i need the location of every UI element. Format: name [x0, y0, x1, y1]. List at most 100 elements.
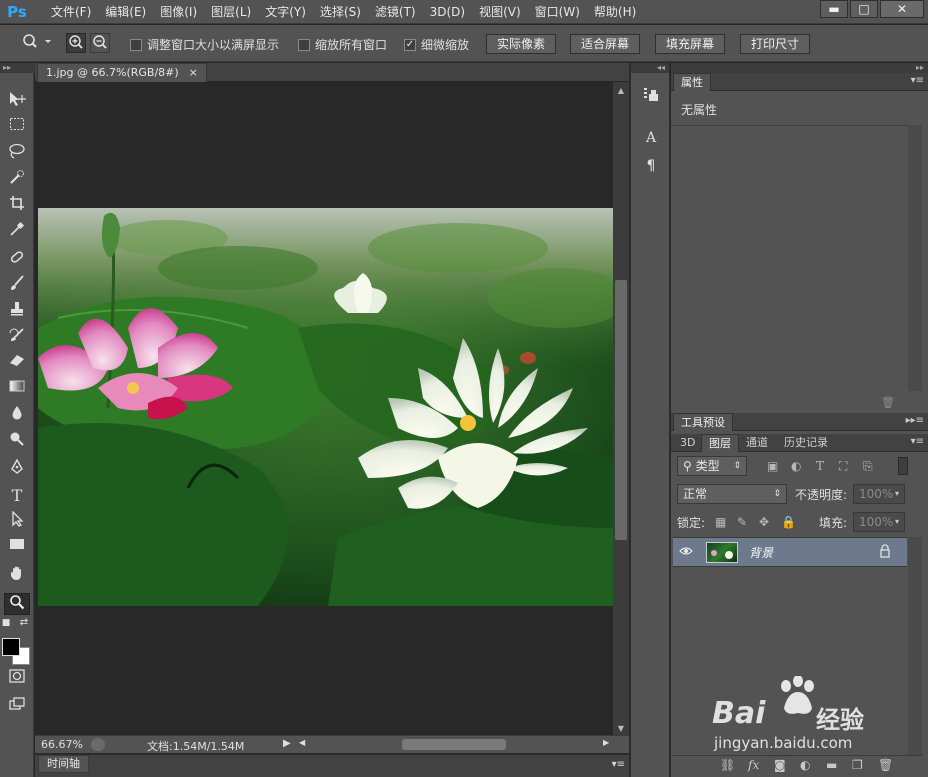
new-group-icon[interactable]: ▬ — [826, 758, 837, 772]
zoom-tool-preset-icon[interactable] — [18, 33, 54, 57]
eraser-tool-icon[interactable] — [4, 353, 30, 375]
zoom-level[interactable]: 66.67% — [41, 738, 83, 751]
close-button[interactable]: ✕ — [880, 0, 924, 18]
hand-tool-icon[interactable] — [4, 565, 30, 587]
layer-filter-select[interactable]: ⚲ 类型 ⇕ — [677, 456, 747, 476]
panel-grip[interactable]: ▸▸ — [671, 63, 928, 73]
menu-help[interactable]: 帮助(H) — [587, 0, 643, 24]
layers-scrollbar[interactable] — [908, 537, 922, 755]
character-panel-icon[interactable]: A — [639, 127, 663, 149]
type-tool-icon[interactable]: T — [4, 485, 30, 507]
properties-scrollbar[interactable] — [908, 125, 922, 391]
lock-all-icon[interactable]: 🔒 — [781, 515, 796, 529]
status-menu-icon[interactable]: ▶ — [283, 738, 291, 749]
new-layer-icon[interactable]: ❐ — [852, 758, 863, 772]
lotus-photo[interactable] — [38, 208, 613, 606]
move-tool-icon[interactable] — [4, 91, 30, 113]
filter-shape-icon[interactable]: ⛶ — [839, 459, 847, 474]
clone-stamp-tool-icon[interactable] — [4, 301, 30, 323]
add-mask-icon[interactable]: ◙ — [774, 758, 786, 772]
history-brush-tool-icon[interactable] — [4, 327, 30, 349]
checkbox-box[interactable] — [298, 38, 310, 51]
default-colors-icon[interactable]: ■ — [0, 617, 12, 629]
minimize-button[interactable]: ▬ — [820, 0, 848, 18]
eye-icon[interactable] — [679, 544, 693, 561]
timeline-menu-icon[interactable]: ▾≡ — [612, 759, 625, 770]
history-panel-icon[interactable] — [639, 85, 663, 107]
filter-smart-object-icon[interactable]: ⎘ — [863, 459, 873, 474]
menu-layer[interactable]: 图层(L) — [204, 0, 258, 24]
marquee-tool-icon[interactable] — [4, 117, 30, 139]
opacity-input[interactable]: 100% ▾ — [853, 484, 905, 504]
fill-input[interactable]: 100% ▾ — [853, 512, 905, 532]
menu-select[interactable]: 选择(S) — [313, 0, 368, 24]
menu-image[interactable]: 图像(I) — [153, 0, 204, 24]
quick-mask-icon[interactable] — [4, 669, 30, 691]
filter-adjustment-icon[interactable]: ◐ — [791, 459, 801, 473]
scroll-down-icon[interactable]: ▼ — [613, 724, 629, 733]
foreground-color-swatch[interactable] — [2, 638, 20, 656]
tab-layers[interactable]: 图层 — [701, 434, 739, 452]
close-tab-icon[interactable]: × — [189, 64, 198, 82]
gradient-tool-icon[interactable] — [4, 379, 30, 401]
blur-tool-icon[interactable] — [4, 405, 30, 427]
tab-history[interactable]: 历史记录 — [777, 434, 835, 452]
scroll-left-icon[interactable]: ◀ — [299, 738, 305, 747]
menu-type[interactable]: 文字(Y) — [258, 0, 313, 24]
adjustment-layer-icon[interactable]: ◐ — [800, 758, 810, 772]
zoom-all-windows-checkbox[interactable]: 缩放所有窗口 — [298, 36, 387, 53]
menu-file[interactable]: 文件(F) — [44, 0, 98, 24]
crop-tool-icon[interactable] — [4, 195, 30, 217]
pen-tool-icon[interactable] — [4, 458, 30, 481]
filter-image-icon[interactable]: ▣ — [767, 459, 778, 473]
healing-brush-tool-icon[interactable] — [4, 249, 30, 271]
menu-filter[interactable]: 滤镜(T) — [368, 0, 423, 24]
menu-view[interactable]: 视图(V) — [472, 0, 528, 24]
path-selection-tool-icon[interactable] — [4, 510, 30, 533]
panel-menu-icon[interactable]: ▸▸≡ — [906, 415, 924, 426]
zoom-tool-icon[interactable] — [4, 593, 30, 615]
checkbox-box-checked[interactable]: ✓ — [404, 38, 416, 51]
status-info-icon[interactable] — [91, 738, 105, 751]
layer-name[interactable]: 背景 — [749, 544, 773, 561]
lock-transparent-icon[interactable]: ▦ — [715, 515, 726, 529]
delete-icon[interactable]: 🗑 — [881, 396, 895, 409]
zoom-out-button[interactable] — [90, 33, 110, 53]
fill-screen-button[interactable]: 填充屏幕 — [655, 34, 726, 54]
dock-grip[interactable]: ◂◂ — [631, 63, 669, 73]
document-tab[interactable]: 1.jpg @ 66.7%(RGB/8#) × — [37, 63, 207, 82]
checkbox-box[interactable] — [130, 38, 142, 51]
panel-menu-icon[interactable]: ▾≡ — [911, 436, 924, 447]
fit-screen-button[interactable]: 适合屏幕 — [570, 34, 641, 54]
screen-mode-icon[interactable] — [4, 697, 30, 719]
vertical-scroll-thumb[interactable] — [615, 280, 627, 540]
tab-properties[interactable]: 属性 — [673, 73, 711, 91]
lock-position-icon[interactable]: ✥ — [759, 515, 769, 529]
quick-select-tool-icon[interactable] — [4, 169, 30, 191]
blend-mode-select[interactable]: 正常 ⇕ — [677, 484, 787, 504]
timeline-tab[interactable]: 时间轴 — [38, 755, 89, 773]
swap-colors-icon[interactable]: ⇄ — [18, 617, 30, 629]
lasso-tool-icon[interactable] — [4, 143, 30, 165]
dodge-tool-icon[interactable] — [4, 431, 30, 453]
panel-menu-icon[interactable]: ▾≡ — [911, 75, 924, 86]
horizontal-scroll-thumb[interactable] — [402, 739, 506, 750]
rectangle-tool-icon[interactable] — [4, 537, 30, 559]
paragraph-panel-icon[interactable]: ¶ — [639, 155, 663, 177]
zoom-in-button[interactable] — [66, 33, 86, 53]
lock-pixels-icon[interactable]: ✎ — [737, 515, 747, 529]
link-layers-icon[interactable]: ⛓ — [720, 758, 735, 772]
menu-window[interactable]: 窗口(W) — [528, 0, 587, 24]
menu-edit[interactable]: 编辑(E) — [98, 0, 153, 24]
print-size-button[interactable]: 打印尺寸 — [740, 34, 811, 54]
scrubby-zoom-checkbox[interactable]: ✓ 细微缩放 — [404, 36, 469, 53]
layer-style-icon[interactable]: fx — [748, 758, 759, 772]
filter-type-icon[interactable]: T — [816, 459, 824, 473]
actual-pixels-button[interactable]: 实际像素 — [486, 34, 557, 54]
brush-tool-icon[interactable] — [4, 275, 30, 297]
scroll-right-icon[interactable]: ▶ — [603, 738, 609, 747]
tab-tool-presets[interactable]: 工具预设 — [673, 413, 733, 431]
scroll-up-icon[interactable]: ▲ — [613, 86, 629, 95]
tab-3d[interactable]: 3D — [673, 434, 702, 452]
menu-3d[interactable]: 3D(D) — [423, 0, 472, 24]
